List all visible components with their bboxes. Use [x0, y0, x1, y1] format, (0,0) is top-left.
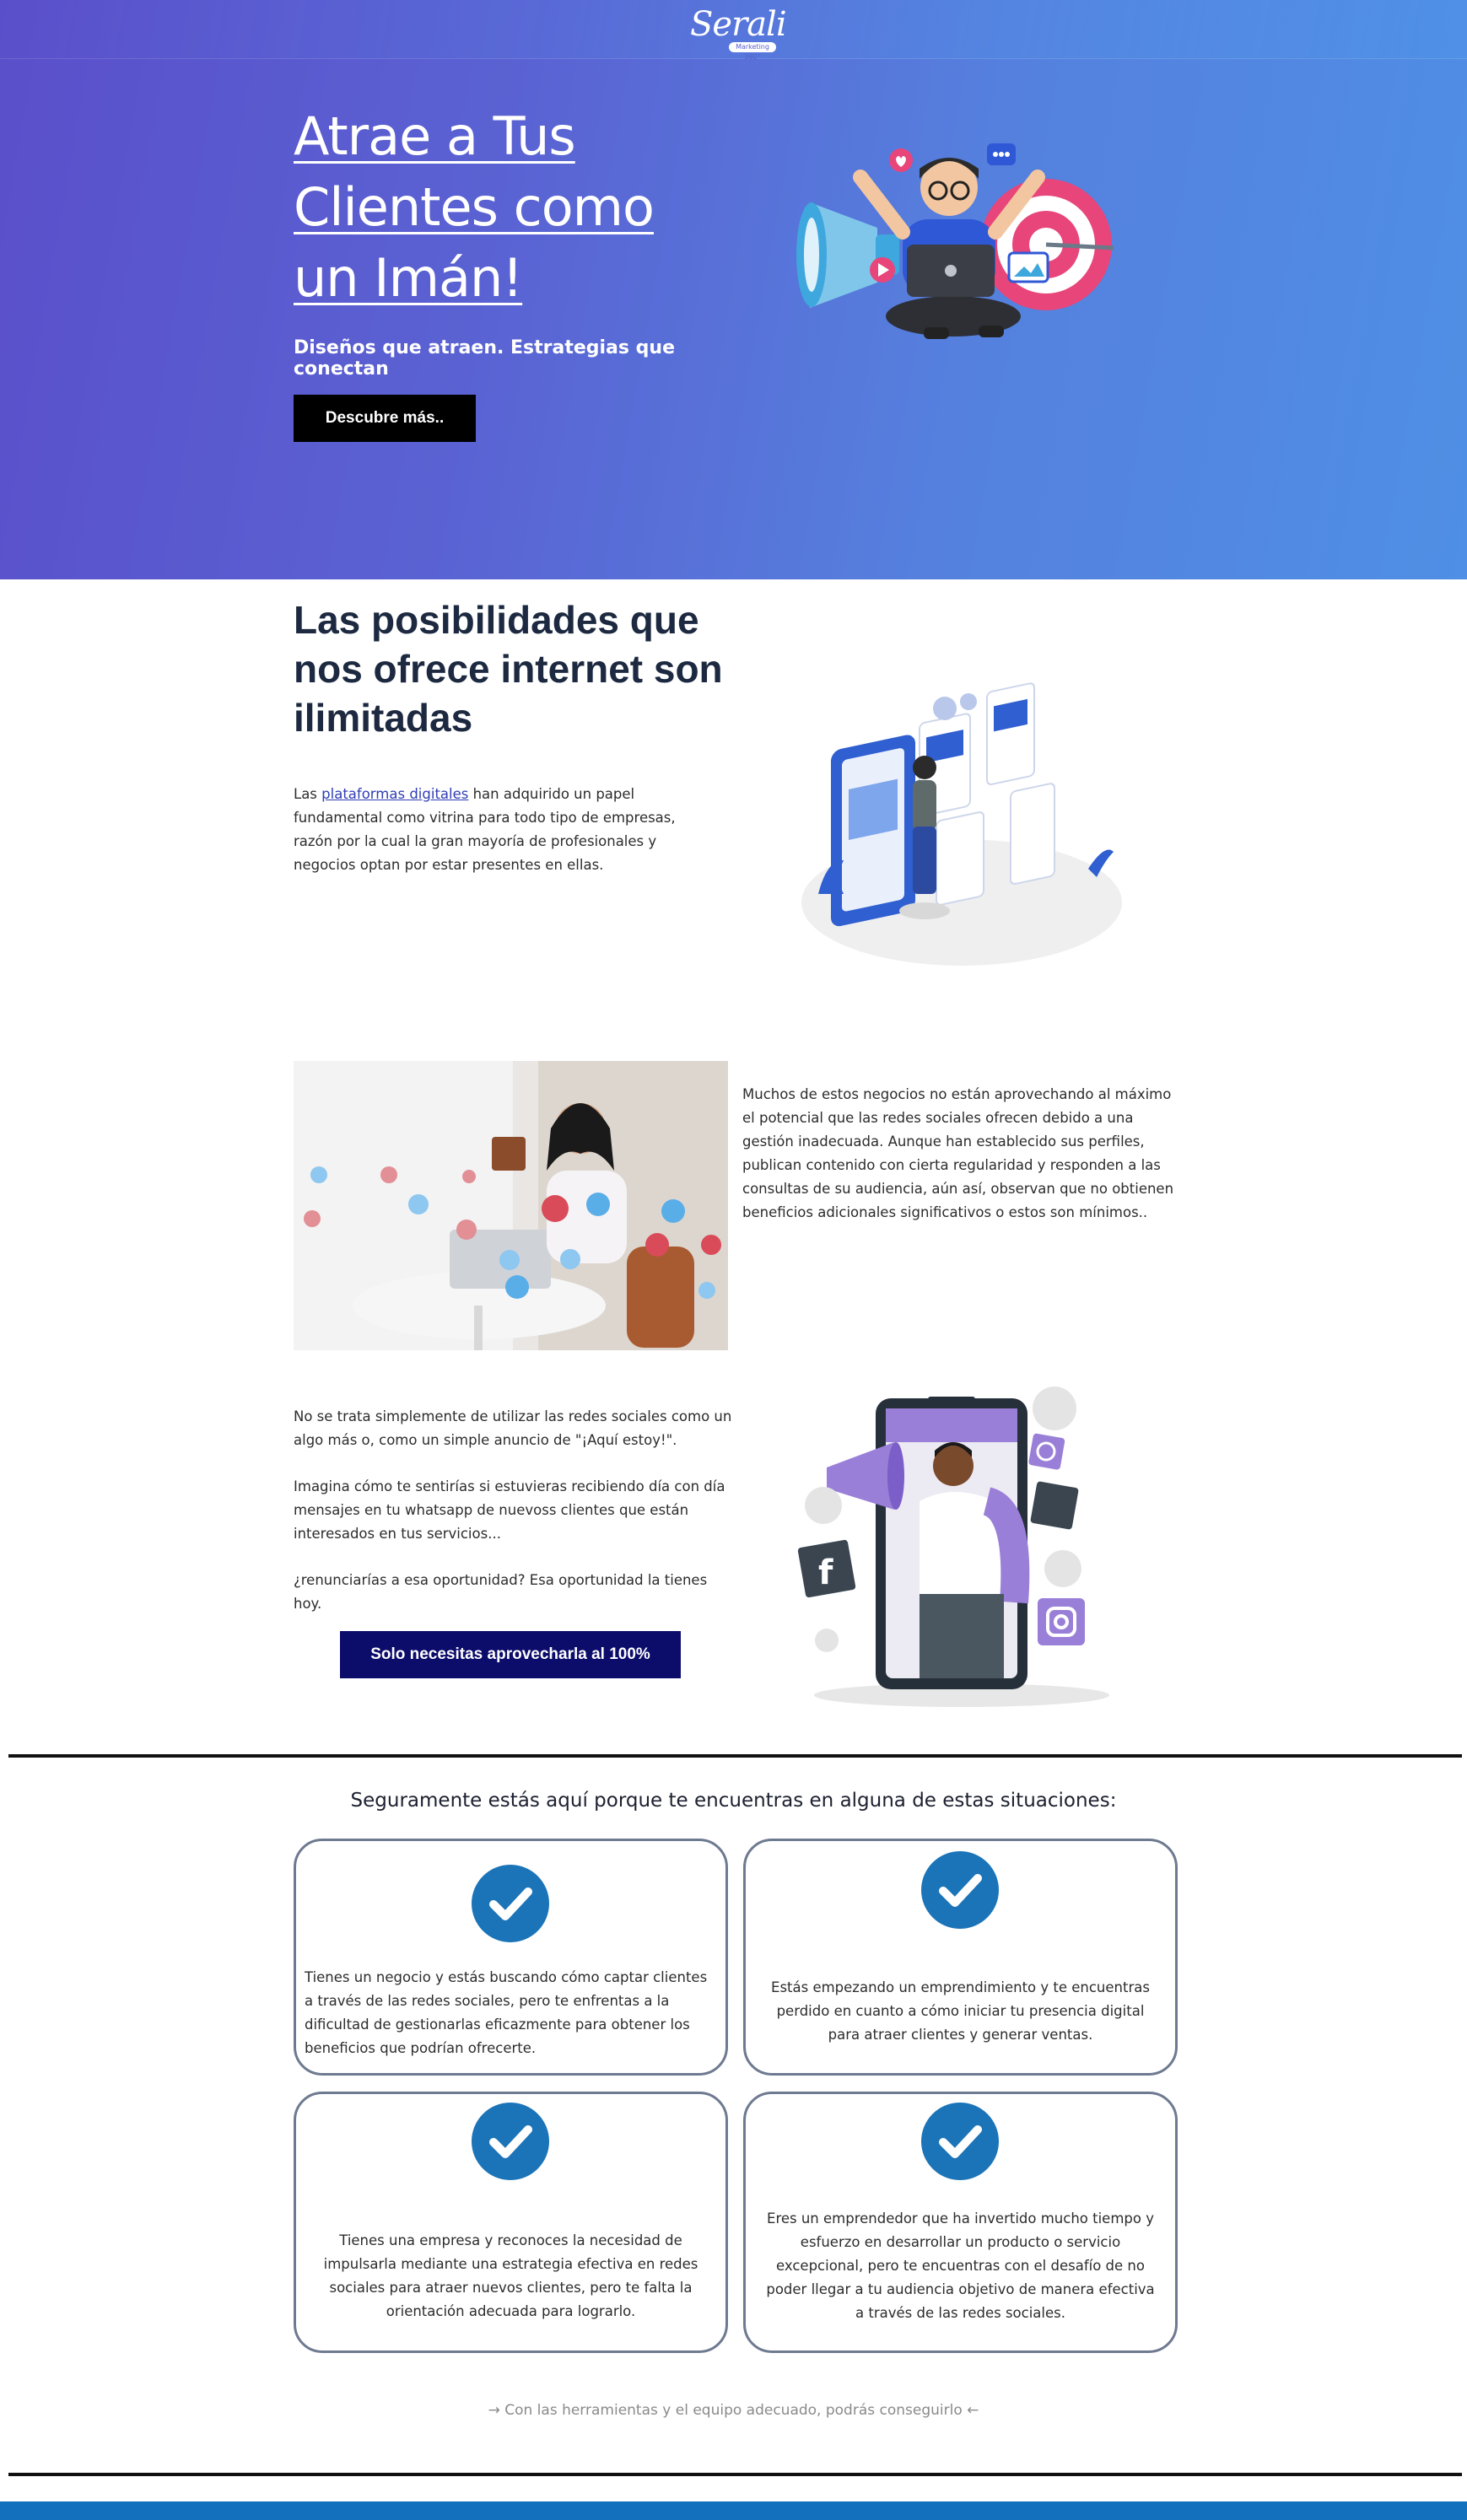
logo-tagline: Marketing 360°: [729, 42, 776, 61]
discover-more-button[interactable]: Descubre más..: [294, 395, 476, 442]
internet-section-title: Las posibilidades que nos ofrece interne…: [294, 598, 723, 740]
situation-card: Estás empezando un emprendimiento y te e…: [743, 1839, 1178, 2076]
site-header: Serali Marketing 360°: [0, 0, 1467, 61]
footer-bar: [0, 2501, 1467, 2520]
check-icon: [472, 1865, 549, 1942]
hero-section: Serali Marketing 360° Atrae a Tus Client…: [0, 0, 1467, 579]
situation-card-text: Tienes un negocio y estás buscando cómo …: [305, 1969, 708, 2056]
situation-card-text: Tienes una empresa y reconoces la necesi…: [323, 2232, 698, 2319]
digital-platforms-link[interactable]: plataformas digitales: [321, 786, 468, 802]
hero-subtitle: Diseños que atraen. Estrategias que cone…: [294, 337, 675, 380]
logo-text: Serali: [690, 5, 787, 44]
svg-text:f: f: [818, 1553, 833, 1592]
chat-icon: [987, 143, 1016, 165]
heart-icon: [889, 148, 913, 172]
digital-platforms-illustration: [801, 682, 1122, 966]
take-advantage-button[interactable]: Solo necesitas aprovecharla al 100%: [340, 1631, 681, 1678]
like-icon: [1033, 1387, 1076, 1430]
opportunity-section-text: No se trata simplemente de utilizar las …: [294, 1405, 732, 1639]
check-icon: [921, 2103, 999, 2180]
check-icon: [472, 2103, 549, 2180]
check-icon: [921, 1851, 999, 1929]
internet-section-text: Las plataformas digitales han adquirido …: [294, 783, 715, 877]
whatsapp-icon: [1028, 1433, 1065, 1470]
woman-social-media-photo: [294, 1061, 728, 1350]
internet-text-start: Las: [294, 786, 322, 802]
section-divider: [8, 1754, 1462, 1758]
situations-title: Seguramente estás aquí porque te encuent…: [350, 1790, 1117, 1812]
target-icon: [980, 179, 1114, 310]
twitter-icon: [1030, 1481, 1079, 1530]
opportunity-paragraph: ¿renunciarías a esa oportunidad? Esa opo…: [294, 1572, 708, 1612]
site-logo[interactable]: Serali Marketing 360°: [690, 5, 787, 61]
marketing-hero-illustration: [796, 143, 1114, 339]
business-section-text: Muchos de estos negocios no están aprove…: [742, 1086, 1174, 1220]
opportunity-paragraph: Imagina cómo te sentirías si estuvieras …: [294, 1478, 725, 1542]
section-divider: [8, 2473, 1462, 2476]
closing-note: → Con las herramientas y el equipo adecu…: [488, 2402, 979, 2419]
social-phone-illustration: f: [797, 1387, 1109, 1707]
hero-title[interactable]: Atrae a Tus Clientes como un Imán!: [294, 101, 732, 314]
situation-card: Eres un emprendedor que ha invertido muc…: [743, 2092, 1178, 2353]
opportunity-paragraph: No se trata simplemente de utilizar las …: [294, 1408, 732, 1448]
situation-card-text: Eres un emprendedor que ha invertido muc…: [766, 2210, 1155, 2321]
situation-card-text: Estás empezando un emprendimiento y te e…: [771, 1979, 1150, 2043]
instagram-icon: [1038, 1598, 1085, 1645]
facebook-icon: f: [797, 1539, 856, 1598]
play-icon: [870, 257, 895, 283]
situation-card: Tienes un negocio y estás buscando cómo …: [294, 1839, 728, 2076]
situation-card: Tienes una empresa y reconoces la necesi…: [294, 2092, 728, 2353]
